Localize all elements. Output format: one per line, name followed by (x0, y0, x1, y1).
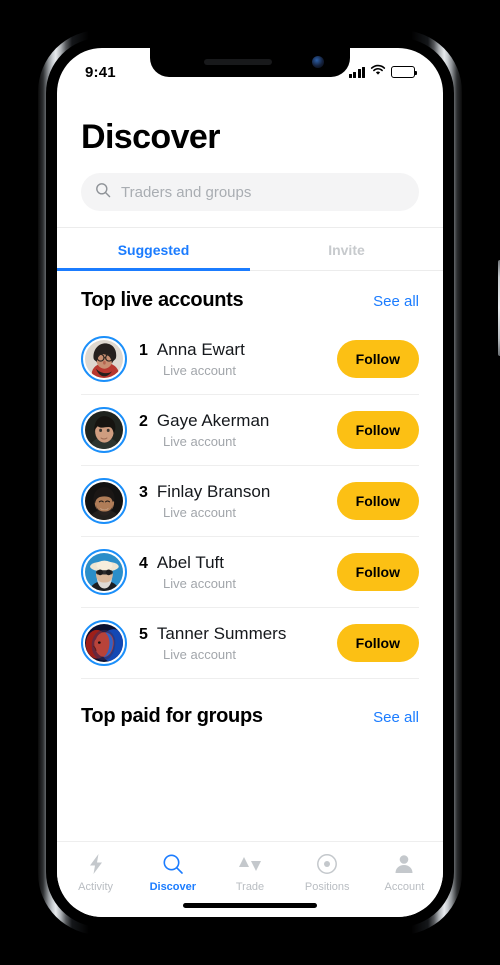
avatar (81, 549, 127, 595)
cellular-signal-icon (348, 66, 365, 78)
follow-button[interactable]: Follow (336, 411, 419, 449)
tab-bar-item-positions[interactable]: Positions (289, 852, 366, 893)
list-item-subtitle: Live account (163, 363, 236, 378)
section-title: Top live accounts (81, 289, 244, 311)
tab-bar-item-discover[interactable]: Discover (134, 852, 211, 893)
lightning-bolt-icon (86, 852, 106, 876)
avatar (81, 407, 127, 453)
tab-suggested[interactable]: Suggested (57, 228, 250, 271)
page-title: Discover (81, 118, 220, 156)
list-item[interactable]: 3 Finlay Branson Live account Follow (81, 466, 419, 537)
tab-suggested-label: Suggested (117, 242, 190, 258)
search-section (57, 157, 443, 211)
tab-bar-label-discover: Discover (149, 881, 197, 893)
follow-button[interactable]: Follow (336, 624, 419, 662)
search-bar[interactable] (81, 173, 419, 211)
list-item-text: 5 Tanner Summers Live account (139, 624, 325, 662)
list-item-subtitle: Live account (163, 576, 236, 591)
list-item-subtitle: Live account (163, 647, 236, 662)
list-item-text: 2 Gaye Akerman Live account (139, 411, 325, 449)
list-item[interactable]: 4 Abel Tuft Live account Follow (81, 537, 419, 608)
device-notch (150, 48, 350, 77)
list-item-rank: 2 (139, 413, 148, 430)
tab-bar-label-account: Account (384, 881, 425, 893)
list-item-name: Finlay Branson (156, 482, 271, 501)
list-item[interactable]: 2 Gaye Akerman Live account Follow (81, 395, 419, 466)
search-input[interactable] (121, 183, 405, 201)
list-item-name: Gaye Akerman (156, 411, 270, 430)
list-item-name: Tanner Summers (156, 624, 287, 643)
front-camera-icon (312, 56, 324, 68)
follow-button[interactable]: Follow (336, 553, 419, 591)
list-item-rank: 5 (139, 626, 148, 643)
list-item[interactable]: 5 Tanner Summers Live account Follow (81, 608, 419, 679)
tab-bar-label-trade: Trade (235, 881, 265, 893)
tab-bar-label-positions: Positions (304, 881, 350, 893)
list-item-name: Anna Ewart (156, 340, 245, 359)
account-list: 1 Anna Ewart Live account Follow 2 Gaye … (57, 324, 443, 679)
list-item-text: 3 Finlay Branson Live account (139, 482, 325, 520)
list-item-text: 1 Anna Ewart Live account (139, 340, 325, 378)
list-item-rank: 3 (139, 484, 148, 501)
search-icon (95, 182, 111, 203)
tab-bar-label-activity: Activity (78, 881, 114, 893)
section-header-top-paid-for-groups: Top paid for groups See all (57, 679, 443, 740)
up-down-triangles-icon (238, 852, 262, 876)
avatar-image (84, 339, 124, 379)
list-item-rank: 4 (139, 555, 148, 572)
section-title: Top paid for groups (81, 705, 263, 727)
see-all-link-top-live-accounts[interactable]: See all (373, 293, 419, 310)
person-icon (393, 852, 415, 876)
status-bar-time: 9:41 (85, 63, 116, 81)
avatar-image (84, 623, 124, 663)
avatar (81, 620, 127, 666)
avatar (81, 478, 127, 524)
list-item-rank: 1 (139, 342, 148, 359)
list-item-name: Abel Tuft (156, 553, 225, 572)
follow-button[interactable]: Follow (336, 482, 419, 520)
see-all-link-top-paid-for-groups[interactable]: See all (373, 709, 419, 726)
list-item-subtitle: Live account (163, 434, 236, 449)
section-header-top-live-accounts: Top live accounts See all (57, 271, 443, 324)
avatar-image (84, 552, 124, 592)
tab-bar-item-trade[interactable]: Trade (211, 852, 288, 893)
list-item[interactable]: 1 Anna Ewart Live account Follow (81, 324, 419, 395)
home-indicator[interactable] (183, 903, 317, 908)
avatar-image (84, 481, 124, 521)
earpiece-speaker (204, 59, 272, 65)
tab-bar-item-account[interactable]: Account (366, 852, 443, 893)
avatar-image (84, 410, 124, 450)
list-item-subtitle: Live account (163, 505, 236, 520)
list-item-text: 4 Abel Tuft Live account (139, 553, 325, 591)
tab-bar-item-activity[interactable]: Activity (57, 852, 134, 893)
target-circle-icon (316, 852, 338, 876)
tab-invite[interactable]: Invite (250, 228, 443, 270)
avatar (81, 336, 127, 382)
phone-screen: 9:41 Discover Traders and groups Suggest… (57, 48, 443, 917)
battery-icon (391, 66, 418, 78)
search-icon (162, 852, 184, 876)
tab-invite-label: Invite (328, 242, 365, 258)
wifi-icon (370, 63, 386, 81)
segment-tabs: Suggested Invite (57, 227, 443, 271)
status-bar-icons (348, 63, 418, 81)
follow-button[interactable]: Follow (336, 340, 419, 378)
